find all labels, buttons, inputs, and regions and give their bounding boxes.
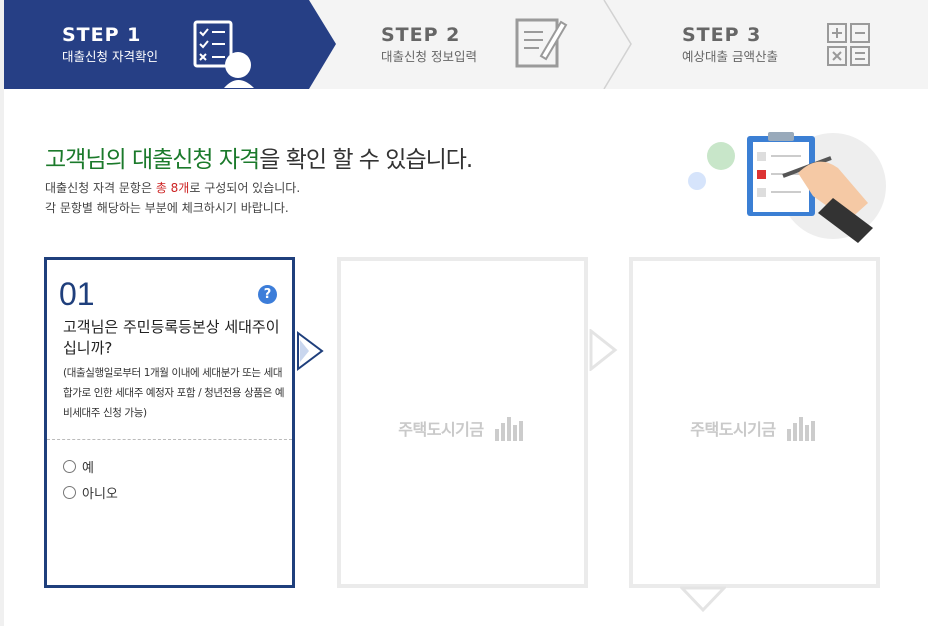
heading-rest: 을 확인 할 수 있습니다. bbox=[259, 147, 473, 173]
step-1-background bbox=[4, 0, 336, 89]
help-icon[interactable]: ? bbox=[258, 285, 277, 304]
brand-logo-icon bbox=[494, 416, 527, 445]
form-edit-icon bbox=[515, 18, 568, 68]
brand-watermark: 주택도시기금 bbox=[341, 416, 584, 445]
card-arrow bbox=[589, 329, 618, 371]
divider bbox=[47, 439, 292, 440]
step-1-title: STEP 1 bbox=[62, 24, 142, 46]
page-description: 대출신청 자격 문항은 총 8개로 구성되어 있습니다. 각 문항별 해당하는 … bbox=[45, 178, 300, 218]
desc-text: 대출신청 자격 문항은 bbox=[45, 181, 156, 195]
step-2-subtitle: 대출신청 정보입력 bbox=[381, 49, 477, 64]
question-number: 01 bbox=[59, 276, 95, 312]
step-chevron-divider bbox=[603, 0, 632, 89]
option-no[interactable]: 아니오 bbox=[63, 483, 118, 502]
left-edge bbox=[0, 0, 4, 626]
step-3-title: STEP 3 bbox=[682, 24, 762, 46]
option-no-label: 아니오 bbox=[82, 487, 118, 502]
option-yes[interactable]: 예 bbox=[63, 457, 94, 476]
calculator-icon bbox=[827, 23, 870, 66]
heading-highlight: 고객님의 대출신청 자격 bbox=[45, 147, 260, 173]
step-3-subtitle: 예상대출 금액산출 bbox=[682, 49, 778, 64]
radio-yes[interactable] bbox=[63, 460, 76, 473]
description-line-1: 대출신청 자격 문항은 총 8개로 구성되어 있습니다. bbox=[45, 178, 300, 198]
description-line-2: 각 문항별 해당하는 부분에 체크하시기 바랍니다. bbox=[45, 201, 289, 215]
desc-text: 로 구성되어 있습니다. bbox=[189, 181, 301, 195]
step-1-active bbox=[4, 0, 336, 89]
brand-text: 주택도시기금 bbox=[690, 420, 776, 439]
question-card-active: 01 ? 고객님은 주민등록등본상 세대주이십니까? (대출실행일로부터 1개월… bbox=[44, 257, 295, 588]
step-1-subtitle: 대출신청 자격확인 bbox=[62, 49, 158, 64]
card-arrow-down bbox=[680, 586, 726, 613]
brand-watermark: 주택도시기금 bbox=[633, 416, 876, 445]
page-heading: 고객님의 대출신청 자격을 확인 할 수 있습니다. bbox=[45, 140, 473, 174]
step-2-title: STEP 2 bbox=[381, 24, 461, 46]
question-count: 총 8개 bbox=[155, 181, 190, 195]
checklist-person-icon bbox=[193, 20, 254, 88]
radio-no[interactable] bbox=[63, 486, 76, 499]
question-card-placeholder-3: 주택도시기금 bbox=[629, 257, 880, 588]
brand-logo-icon bbox=[786, 416, 819, 445]
card-arrow-active bbox=[297, 331, 324, 371]
option-yes-label: 예 bbox=[82, 461, 94, 476]
question-note: (대출실행일로부터 1개월 이내에 세대분가 또는 세대합가로 인한 세대주 예… bbox=[63, 367, 285, 419]
clipboard-illustration bbox=[688, 132, 886, 243]
question-card-placeholder-2: 주택도시기금 bbox=[337, 257, 588, 588]
question-text: 고객님은 주민등록등본상 세대주이십니까? bbox=[63, 318, 280, 357]
brand-text: 주택도시기금 bbox=[398, 420, 484, 439]
step-progress-bar: STEP 1 대출신청 자격확인 STEP 2 대출신청 정보입력 STEP 3… bbox=[0, 0, 928, 89]
